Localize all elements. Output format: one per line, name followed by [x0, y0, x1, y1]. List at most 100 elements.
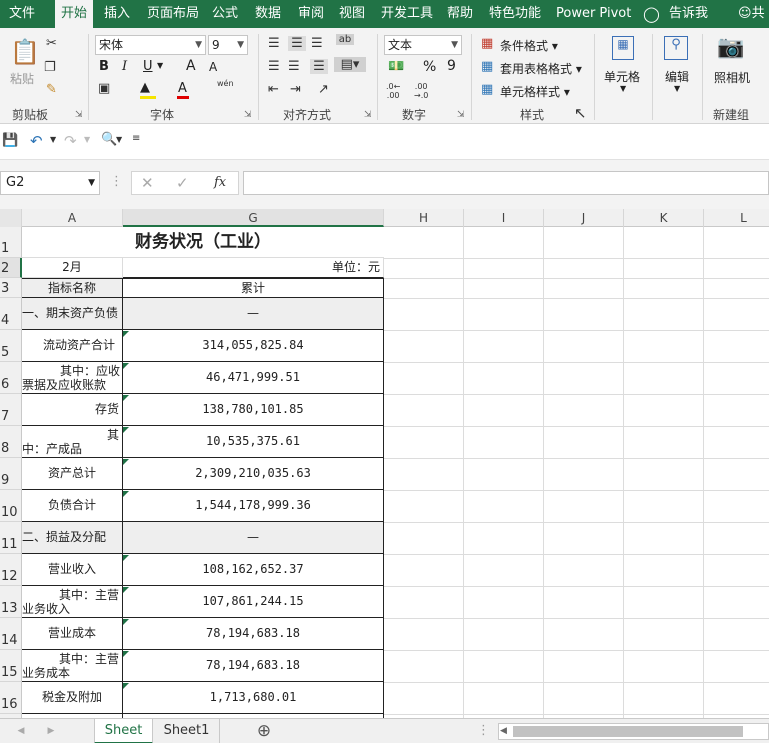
row-header-2[interactable]: 2 [0, 258, 22, 278]
number-launcher-icon[interactable]: ⇲ [457, 110, 465, 120]
row-header-10[interactable]: 10 [0, 490, 22, 522]
row-header-14[interactable]: 14 [0, 618, 22, 650]
error-indicator-icon[interactable] [123, 491, 129, 497]
font-name-select[interactable]: 宋体 ▼ [95, 35, 206, 55]
chevron-down-icon[interactable]: ▼ [674, 84, 680, 93]
item-name[interactable]: 负债合计 [22, 490, 123, 522]
chevron-down-icon[interactable]: ▼ [50, 135, 56, 144]
add-sheet-icon[interactable]: ⊕ [252, 719, 276, 743]
row-header-13[interactable]: 13 [0, 586, 22, 618]
chevron-down-icon[interactable]: ▼ [620, 84, 626, 93]
chevron-down-icon[interactable]: ▼ [84, 135, 90, 144]
item-value[interactable]: 78,194,683.18 [123, 650, 384, 682]
column-header-l[interactable]: L [704, 209, 769, 227]
item-value[interactable]: 2,309,210,035.63 [123, 458, 384, 490]
save-icon[interactable]: 💾 [2, 133, 18, 148]
error-indicator-icon[interactable] [123, 395, 129, 401]
enter-icon[interactable]: ✓ [176, 174, 189, 192]
cell-unit-selected[interactable]: 单位：元 [123, 258, 384, 278]
row-header-3[interactable]: 3 [0, 278, 22, 298]
row-header-5[interactable]: 5 [0, 330, 22, 362]
currency-icon[interactable]: 💵 [388, 59, 404, 74]
error-indicator-icon[interactable] [123, 459, 129, 465]
edit-button[interactable]: 编辑 [665, 68, 689, 85]
wrap-text-icon[interactable]: ab [336, 34, 354, 45]
align-right-icon[interactable]: ☰ [310, 59, 328, 74]
tab-special[interactable]: 特色功能 [489, 0, 541, 28]
tab-developer[interactable]: 开发工具 [381, 0, 433, 28]
scroll-left-icon[interactable]: ◀ [500, 724, 507, 739]
pinyin-button[interactable]: wén [217, 79, 234, 88]
fill-color-icon[interactable]: ▲ [140, 80, 150, 95]
worksheet-grid[interactable]: A G H I J K L 1 2 3 4 5 6 7 8 9 10 11 12… [0, 209, 769, 718]
horizontal-scrollbar[interactable]: ◀ [498, 723, 769, 740]
print-preview-icon[interactable]: 🔍 [101, 132, 117, 147]
tab-home[interactable]: 开始 [55, 0, 94, 28]
insert-function-icon[interactable]: fx [214, 175, 226, 190]
font-size-select[interactable]: 9 ▼ [208, 35, 248, 55]
number-format-select[interactable]: 文本 ▼ [384, 35, 462, 55]
comma-button[interactable]: 9 [447, 58, 456, 74]
italic-button[interactable]: I [122, 59, 127, 74]
header-indicator-name[interactable]: 指标名称 [22, 278, 123, 298]
header-cumulative[interactable]: 累计 [123, 278, 384, 298]
align-middle-icon[interactable]: ☰ [288, 36, 306, 51]
chevron-down-icon[interactable]: ▼ [116, 135, 122, 144]
decrease-indent-icon[interactable]: ⇤ [268, 82, 279, 97]
item-name[interactable]: 其中：主营 业务收入 [22, 586, 123, 618]
item-name[interactable]: 其中：主营 业务成本 [22, 650, 123, 682]
paste-icon[interactable]: 📋 [10, 38, 40, 68]
item-name[interactable]: 存货 [22, 394, 123, 426]
cell-month[interactable]: 2月 [22, 258, 123, 278]
item-value[interactable]: 314,055,825.84 [123, 330, 384, 362]
row-header-9[interactable]: 9 [0, 458, 22, 490]
font-color-button[interactable]: A [178, 81, 187, 96]
item-value[interactable]: 107,861,244.15 [123, 586, 384, 618]
section-profit-dash[interactable]: — [123, 522, 384, 554]
tab-help[interactable]: 帮助 [447, 0, 473, 28]
alignment-launcher-icon[interactable]: ⇲ [364, 110, 372, 120]
border-icon[interactable]: ▣ [98, 81, 110, 96]
tab-file[interactable]: 文件 [9, 0, 35, 28]
item-name[interactable]: 营业成本 [22, 618, 123, 650]
item-value[interactable]: 78,194,683.18 [123, 618, 384, 650]
error-indicator-icon[interactable] [123, 427, 129, 433]
tell-me[interactable]: 告诉我 [669, 0, 708, 28]
error-indicator-icon[interactable] [123, 651, 129, 657]
chevron-down-icon[interactable]: ▼ [157, 61, 163, 70]
redo-icon[interactable]: ↷ [64, 132, 77, 150]
row-header-15[interactable]: 15 [0, 650, 22, 682]
item-name[interactable]: 税金及附加 [22, 682, 123, 714]
section-profit-distribution[interactable]: 二、损益及分配 [22, 522, 123, 554]
error-indicator-icon[interactable] [123, 363, 129, 369]
item-name[interactable]: 流动资产合计 [22, 330, 123, 362]
table-format-button[interactable]: 套用表格格式 ▾ [500, 60, 582, 77]
shrink-font-button[interactable]: A [209, 60, 217, 74]
row-header-4[interactable]: 4 [0, 298, 22, 330]
cell-style-icon[interactable]: ▦ [481, 82, 493, 97]
cut-icon[interactable]: ✂ [46, 36, 57, 51]
orientation-icon[interactable]: ↗ [318, 82, 329, 97]
scrollbar-thumb[interactable] [513, 726, 743, 737]
sheet-tab-sheet1[interactable]: Sheet1 [154, 719, 220, 743]
align-left-icon[interactable]: ☰ [268, 59, 280, 74]
scroll-right-icon[interactable]: ▶ [44, 719, 58, 743]
tab-power-pivot[interactable]: Power Pivot [556, 0, 631, 28]
row-header-12[interactable]: 12 [0, 554, 22, 586]
tab-view[interactable]: 视图 [339, 0, 365, 28]
copy-icon[interactable]: ❐ [44, 60, 56, 75]
select-all-corner[interactable] [0, 209, 22, 227]
sheet-title[interactable]: 财务状况（工业） [22, 227, 384, 258]
column-header-i[interactable]: I [464, 209, 544, 227]
sheet-tab-sheet[interactable]: Sheet [94, 719, 153, 743]
share-button[interactable]: ☺共 [738, 0, 765, 28]
column-header-j[interactable]: J [544, 209, 624, 227]
conditional-format-button[interactable]: 条件格式 ▾ [500, 37, 558, 54]
align-bottom-icon[interactable]: ☰ [311, 36, 323, 51]
item-value[interactable]: 10,535,375.61 [123, 426, 384, 458]
clipboard-launcher-icon[interactable]: ⇲ [75, 110, 83, 120]
tab-page-layout[interactable]: 页面布局 [147, 0, 199, 28]
lightbulb-icon[interactable]: ◯ [643, 0, 660, 28]
format-painter-icon[interactable]: ✎ [46, 82, 57, 97]
item-value[interactable]: 1,713,680.01 [123, 682, 384, 714]
